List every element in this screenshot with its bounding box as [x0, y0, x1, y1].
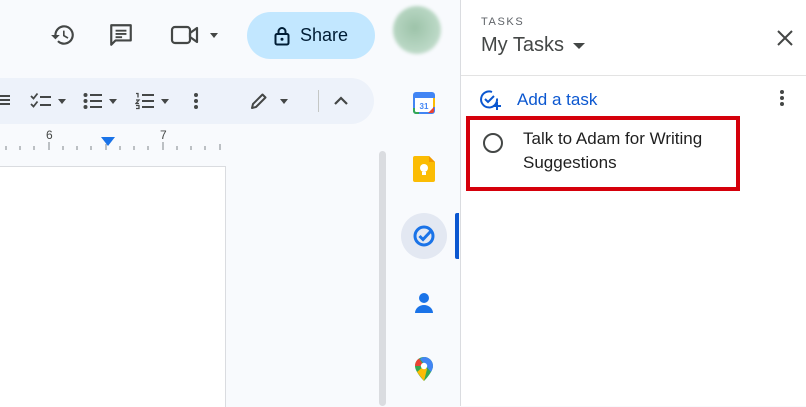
bulleted-list-icon	[83, 93, 102, 109]
close-panel-button[interactable]	[773, 26, 797, 50]
highlight-annotation	[466, 116, 740, 191]
chevron-down-icon	[572, 42, 585, 49]
keep-button[interactable]	[401, 146, 447, 192]
side-panel-rail: 31	[390, 72, 458, 406]
contacts-icon	[415, 293, 433, 313]
hide-menus-button[interactable]	[333, 78, 349, 124]
task-list-selector[interactable]: My Tasks	[481, 34, 585, 57]
version-history-button[interactable]	[45, 17, 81, 53]
add-task-label: Add a task	[517, 90, 598, 109]
more-vert-icon	[194, 93, 198, 109]
numbered-list-icon	[135, 92, 154, 110]
document-page[interactable]	[0, 166, 226, 407]
close-icon	[777, 30, 793, 46]
pencil-icon	[251, 93, 267, 109]
toolbar-divider	[318, 90, 319, 112]
active-rail-indicator	[455, 213, 459, 259]
right-indent-marker[interactable]	[101, 137, 115, 146]
meet-icon	[170, 25, 199, 45]
comment-icon	[110, 24, 132, 46]
avatar[interactable]	[393, 6, 441, 54]
add-task-icon	[480, 90, 501, 110]
align-menu[interactable]	[0, 78, 12, 124]
chevron-down-icon	[161, 98, 169, 104]
checklist-icon	[30, 92, 51, 108]
chevron-down-icon	[280, 98, 288, 104]
calendar-button[interactable]: 31	[401, 80, 447, 126]
chevron-down-icon	[210, 32, 218, 38]
tasks-icon	[413, 225, 435, 247]
calendar-day: 31	[420, 102, 429, 111]
numbered-list-menu[interactable]	[135, 78, 169, 124]
chevron-down-icon	[109, 98, 117, 104]
add-task-button[interactable]: Add a task	[479, 86, 597, 114]
ruler-ticks	[5, 142, 221, 150]
history-icon	[51, 25, 74, 45]
ruler[interactable]: 6 7	[0, 128, 374, 150]
more-options-button[interactable]	[193, 78, 199, 124]
maps-icon	[415, 357, 433, 381]
formatting-toolbar	[0, 78, 374, 124]
panel-kicker: TASKS	[481, 16, 525, 28]
share-button[interactable]: Share	[247, 12, 375, 59]
keep-icon	[413, 156, 435, 182]
more-options-button[interactable]	[779, 88, 789, 108]
share-label: Share	[299, 25, 349, 45]
more-vert-icon	[780, 90, 784, 106]
tasks-panel: TASKS My Tasks Add a task Talk to Adam f…	[460, 0, 806, 406]
meet-button[interactable]	[170, 20, 218, 50]
document-scrollbar[interactable]	[379, 151, 386, 406]
calendar-icon: 31	[413, 92, 435, 114]
lock-icon	[274, 26, 290, 45]
task-list-title: My Tasks	[481, 34, 564, 56]
editing-mode-menu[interactable]	[250, 78, 288, 124]
chevron-up-icon	[334, 96, 348, 105]
chevron-down-icon	[58, 98, 66, 104]
contacts-button[interactable]	[401, 280, 447, 326]
panel-divider	[461, 75, 806, 76]
maps-button[interactable]	[401, 346, 447, 392]
tasks-button[interactable]	[401, 213, 447, 259]
checklist-menu[interactable]	[30, 78, 66, 124]
align-icon	[0, 95, 10, 105]
comments-button[interactable]	[103, 17, 139, 53]
bulleted-list-menu[interactable]	[83, 78, 117, 124]
